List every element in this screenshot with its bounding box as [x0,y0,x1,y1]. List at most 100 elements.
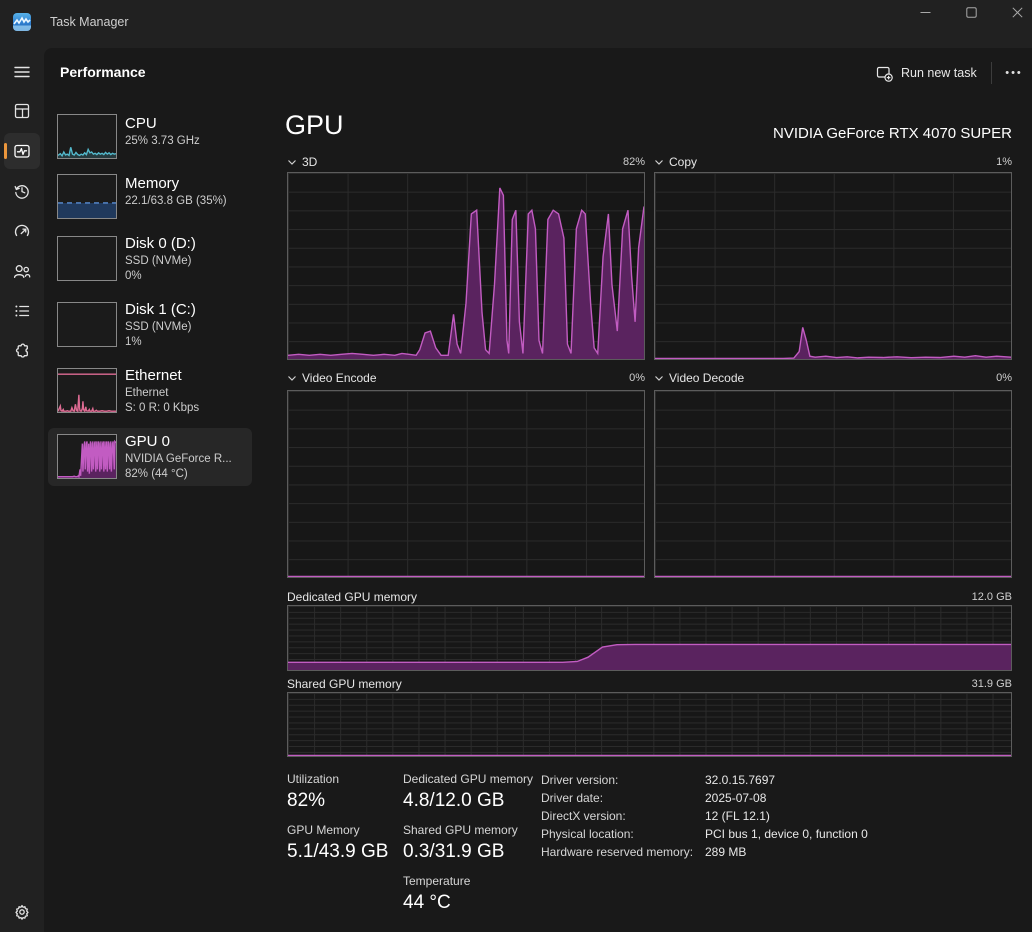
chart-header-video-encode: Video Encode 0% [287,370,645,386]
gpu-3d-chart [287,172,645,360]
driver-version-label: Driver version: [541,773,619,787]
chart-header-dedicated-memory: Dedicated GPU memory 12.0 GB [287,589,1012,605]
ethernet-thumbnail-chart [57,368,117,413]
maximize-icon [965,6,977,18]
task-manager-window: Task Manager Performance Run new task ••… [0,0,1032,932]
chevron-down-icon[interactable] [654,157,664,167]
chart-value-video-decode: 0% [996,372,1012,384]
disk1-title: Disk 1 (C:) [125,301,196,318]
task-manager-app-icon [13,13,31,31]
shared-memory-label: Shared GPU memory [287,677,402,691]
chart-label-video-decode: Video Decode [669,371,745,385]
hardware-reserved-memory-value: 289 MB [705,845,747,859]
users-icon [13,265,31,279]
sidebar-item-startup-apps[interactable] [4,213,40,249]
settings-gear-icon [15,904,29,920]
chevron-down-icon[interactable] [287,373,297,383]
gpu-device-name: NVIDIA GeForce RTX 4070 SUPER [773,125,1012,142]
startup-apps-icon [14,224,30,237]
toolbar-separator [991,62,992,84]
driver-date-value: 2025-07-08 [705,791,767,805]
performance-icon [14,144,30,158]
disk1-thumbnail-chart [57,302,117,347]
chart-label-3d: 3D [302,155,318,169]
perf-list-item-cpu[interactable]: CPU 25% 3.73 GHz [48,112,252,168]
perf-list-item-disk1[interactable]: Disk 1 (C:) SSD (NVMe) 1% [48,298,252,360]
cpu-title: CPU [125,115,157,132]
processes-icon [14,103,30,119]
page-title: Performance [60,64,146,80]
sidebar-item-services[interactable] [4,333,40,369]
gpu-video-decode-chart [654,390,1012,578]
gpu0-name: NVIDIA GeForce R... [125,453,232,465]
selected-nav-accent-bar [4,143,7,159]
hamburger-icon [14,66,30,78]
disk0-title: Disk 0 (D:) [125,235,196,252]
gpu-video-encode-chart [287,390,645,578]
sidebar-item-users[interactable] [4,253,40,289]
minimize-button[interactable] [902,0,948,24]
navigation-menu-button[interactable] [4,54,40,90]
sidebar-item-performance[interactable] [4,133,40,169]
gpu-dedicated-memory-chart [287,605,1012,671]
disk0-usage: 0% [125,270,142,282]
temperature-value: 44 °C [403,892,451,913]
maximize-button[interactable] [948,0,994,24]
sidebar-item-details[interactable] [4,293,40,329]
temperature-label: Temperature [403,874,471,888]
hardware-reserved-memory-label: Hardware reserved memory: [541,845,694,859]
perf-list-item-ethernet[interactable]: Ethernet Ethernet S: 0 R: 0 Kbps [48,364,252,426]
chevron-down-icon[interactable] [287,157,297,167]
ethernet-rates: S: 0 R: 0 Kbps [125,402,200,414]
details-icon [15,305,30,317]
app-history-icon [14,185,29,199]
gpu-shared-memory-chart [287,692,1012,757]
more-options-button[interactable]: ••• [1000,58,1028,88]
gpu-memory-value: 5.1/43.9 GB [287,841,389,862]
run-new-task-button[interactable]: Run new task [868,58,985,88]
memory-thumbnail-chart [57,174,117,219]
chevron-down-icon[interactable] [654,373,664,383]
cpu-subtitle: 25% 3.73 GHz [125,135,200,147]
chart-header-copy: Copy 1% [654,154,1012,170]
shared-gpu-memory-label: Shared GPU memory [403,823,518,837]
physical-location-value: PCI bus 1, device 0, function 0 [705,827,868,841]
disk0-type: SSD (NVMe) [125,255,192,267]
run-new-task-label: Run new task [901,66,977,80]
chart-header-3d: 3D 82% [287,154,645,170]
sidebar-item-app-history[interactable] [4,173,40,209]
chart-label-video-encode: Video Encode [302,371,377,385]
physical-location-label: Physical location: [541,827,634,841]
close-button[interactable] [994,0,1032,24]
disk0-thumbnail-chart [57,236,117,281]
run-new-task-icon [876,66,893,82]
window-title: Task Manager [50,15,129,29]
dedicated-gpu-memory-value: 4.8/12.0 GB [403,790,505,811]
chart-label-copy: Copy [669,155,698,169]
settings-button[interactable] [4,894,40,930]
directx-version-value: 12 (FL 12.1) [705,809,770,823]
dedicated-memory-max: 12.0 GB [971,591,1012,603]
dedicated-gpu-memory-label: Dedicated GPU memory [403,772,534,786]
perf-list-item-gpu0[interactable]: GPU 0 NVIDIA GeForce R... 82% (44 °C) [48,428,252,486]
shared-gpu-memory-value: 0.3/31.9 GB [403,841,505,862]
perf-list-item-disk0[interactable]: Disk 0 (D:) SSD (NVMe) 0% [48,232,252,294]
services-icon [15,343,28,358]
sidebar-item-processes[interactable] [4,93,40,129]
chart-value-video-encode: 0% [629,372,645,384]
gpu0-usage: 82% (44 °C) [125,468,188,480]
more-options-icon: ••• [1005,67,1023,79]
shared-memory-max: 31.9 GB [971,678,1012,690]
chart-value-copy: 1% [996,156,1012,168]
chart-header-shared-memory: Shared GPU memory 31.9 GB [287,676,1012,692]
driver-date-label: Driver date: [541,791,604,805]
memory-subtitle: 22.1/63.8 GB (35%) [125,195,227,207]
perf-list-item-memory[interactable]: Memory 22.1/63.8 GB (35%) [48,172,252,228]
gpu-memory-label: GPU Memory [287,823,360,837]
chart-value-3d: 82% [622,156,645,168]
ethernet-title: Ethernet [125,367,182,384]
memory-title: Memory [125,175,180,192]
dedicated-memory-label: Dedicated GPU memory [287,590,418,604]
cpu-thumbnail-chart [57,114,117,159]
close-icon [1011,6,1023,18]
